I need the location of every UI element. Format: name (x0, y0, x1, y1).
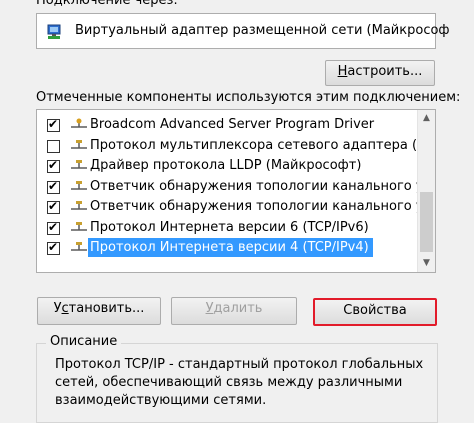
component-checkbox[interactable]: ✔ (47, 117, 60, 132)
component-row[interactable]: ✔ Протокол Интернета версии 4 (TCP/IPv4) (37, 237, 417, 260)
component-label: Broadcom Advanced Server Program Driver (90, 117, 375, 132)
component-label: Драйвер протокола LLDP (Майкрософт) (90, 158, 362, 173)
network-protocol-icon (70, 159, 88, 173)
adapter-box: Виртуальный адаптер размещенной сети (Ма… (36, 13, 450, 49)
components-list[interactable]: ✔ Broadcom Advanced Server Program Driver… (36, 109, 436, 273)
component-checkbox[interactable] (47, 139, 60, 153)
component-label: Ответчик обнаружения топологии канальног… (90, 199, 436, 214)
configure-accel: Н (337, 64, 348, 79)
component-label: Протокол мультиплексора сетевого адаптер… (90, 137, 436, 153)
network-protocol-icon (70, 139, 88, 153)
configure-label-rest: астроить... (347, 64, 423, 79)
scroll-thumb[interactable] (420, 192, 433, 252)
checkmark-icon: ✔ (48, 117, 59, 131)
component-checkbox[interactable]: ✔ (47, 219, 60, 235)
components-label: Отмеченные компоненты используются этим … (36, 90, 461, 105)
checkmark-icon: ✔ (48, 219, 59, 234)
vertical-scrollbar[interactable]: ▲ ▼ (417, 110, 435, 272)
component-checkbox[interactable]: ✔ (47, 158, 60, 173)
description-legend: Описание (46, 334, 122, 349)
component-checkbox[interactable]: ✔ (47, 240, 60, 255)
component-label: Протокол Интернета версии 4 (TCP/IPv4) (88, 238, 373, 257)
checkmark-icon: ✔ (48, 178, 59, 193)
remove-label-rest: далить (213, 301, 263, 316)
network-service-icon (70, 118, 88, 132)
component-label: Протокол Интернета версии 6 (TCP/IPv6) (90, 219, 369, 235)
checkmark-icon: ✔ (48, 240, 59, 254)
component-label: Ответчик обнаружения топологии канальног… (90, 178, 436, 194)
install-button[interactable]: Установить... (37, 297, 161, 325)
network-adapter-icon (47, 24, 61, 39)
checkmark-icon: ✔ (48, 158, 59, 172)
install-accel: с (61, 301, 69, 316)
network-protocol-icon (70, 200, 88, 214)
connect-via-label: Подключение через: (36, 0, 178, 8)
configure-button[interactable]: Настроить... (325, 60, 435, 86)
scroll-up-arrow-icon[interactable]: ▲ (418, 110, 435, 127)
scroll-down-arrow-icon[interactable]: ▼ (418, 255, 435, 272)
properties-button[interactable]: Свойства (313, 298, 437, 326)
description-text: Протокол TCP/IP - стандартный протокол г… (55, 357, 424, 408)
checkmark-icon: ✔ (48, 199, 59, 213)
network-protocol-icon (70, 241, 88, 255)
network-protocol-icon (70, 180, 88, 194)
install-label-rest: тановить... (68, 301, 145, 316)
adapter-name: Виртуальный адаптер размещенной сети (Ма… (75, 23, 450, 38)
install-label-prefix: У (53, 301, 62, 316)
remove-button[interactable]: Удалить (171, 297, 297, 325)
network-protocol-icon (70, 221, 88, 235)
component-checkbox[interactable]: ✔ (47, 199, 60, 214)
component-checkbox[interactable]: ✔ (47, 178, 60, 194)
